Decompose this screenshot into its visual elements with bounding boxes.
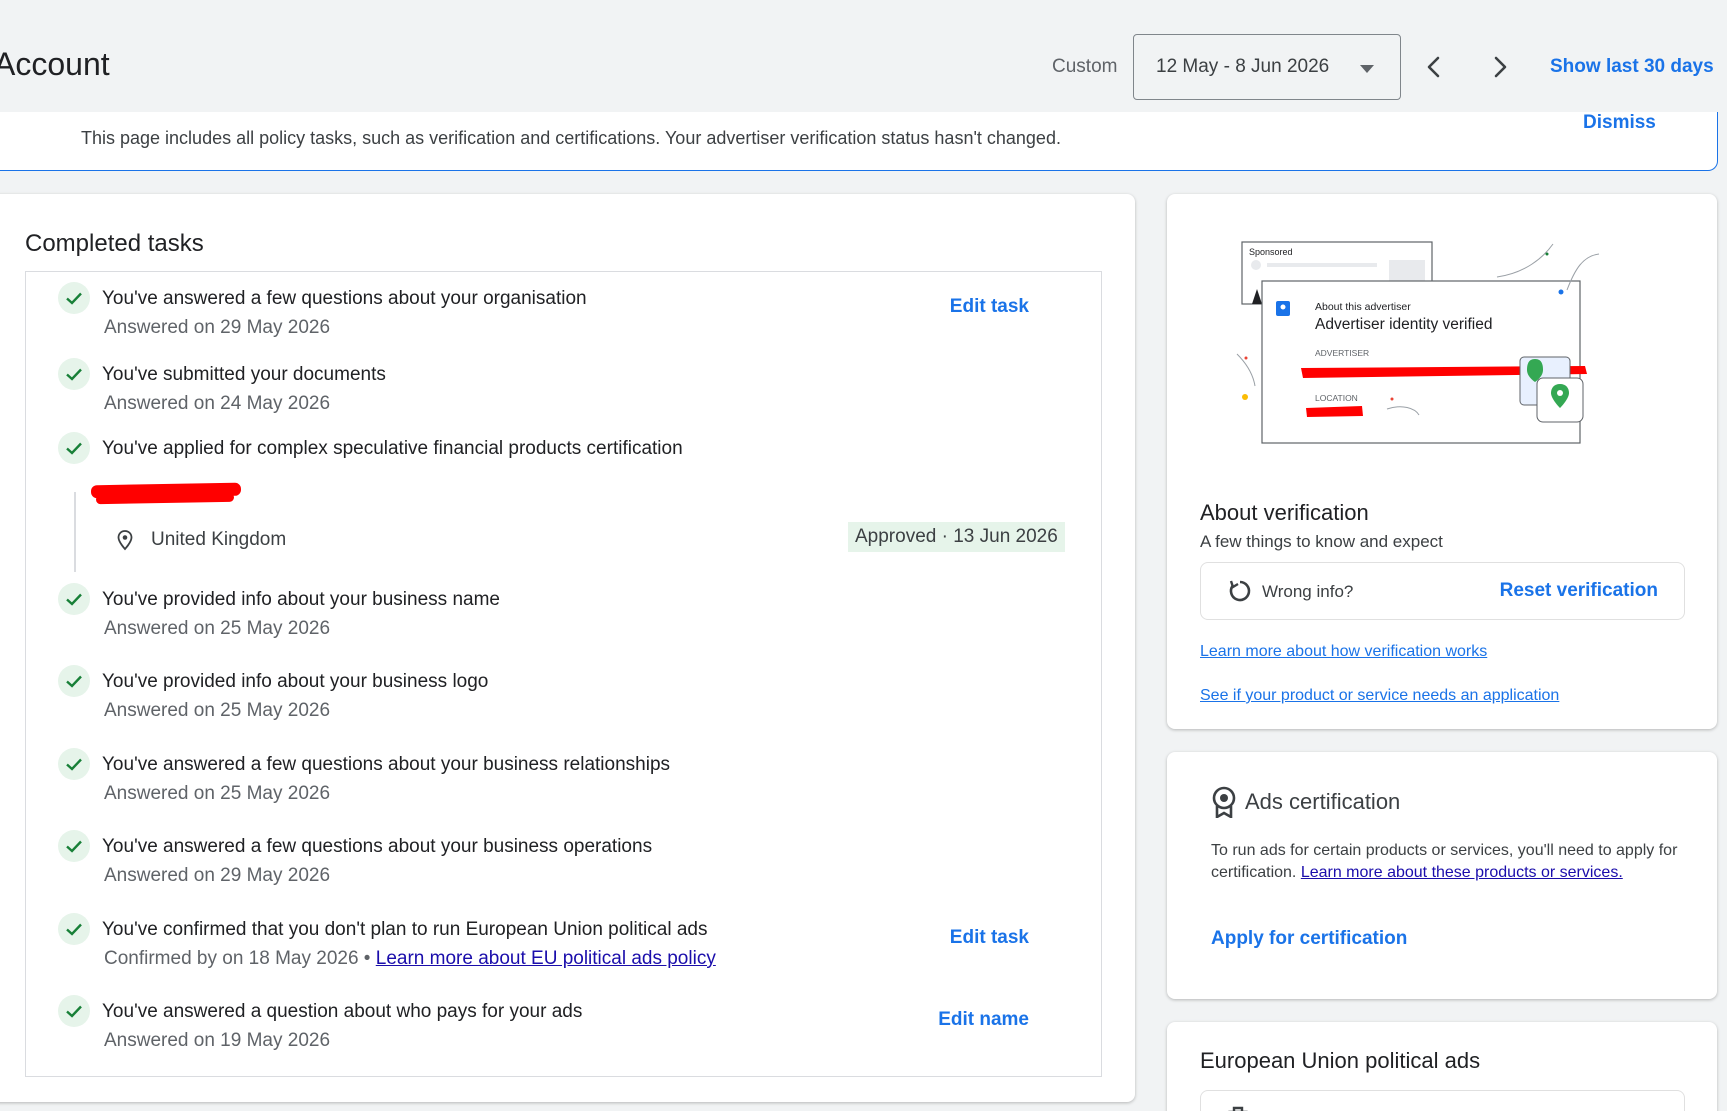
about-verification-title: About verification [1200,500,1369,525]
location-text: United Kingdom [151,529,287,550]
about-advertiser-text: About this advertiser [1315,301,1411,313]
check-icon [58,665,90,697]
edit-task-button[interactable]: Edit task [950,296,1029,318]
dropdown-arrow-icon [1360,65,1374,73]
redacted-name [95,492,235,505]
task-title: You've provided info about your business… [102,589,500,610]
about-verification-subtitle: A few things to know and expect [1200,532,1443,551]
check-icon [58,748,90,780]
edit-task-button[interactable]: Edit task [950,927,1029,949]
sponsored-text: Sponsored [1249,247,1293,257]
task-date: Answered on 25 May 2026 [104,618,331,639]
certification-products-link[interactable]: Learn more about these products or servi… [1301,864,1623,881]
chevron-left-icon [1427,56,1440,78]
status-badge: Approved · 13 Jun 2026 [848,522,1065,552]
product-application-link[interactable]: See if your product or service needs an … [1200,687,1559,705]
page-header: Account Custom 12 May - 8 Jun 2026 Show … [0,0,1727,112]
task-title: You've answered a few questions about yo… [102,288,587,309]
show-last-30-days-button[interactable]: Show last 30 days [1550,56,1714,78]
chevron-right-icon [1494,56,1507,78]
date-range-select[interactable]: 12 May - 8 Jun 2026 [1133,34,1401,100]
completed-tasks-card: Completed tasks You've answered a few qu… [0,194,1135,1102]
wrong-info-box: Wrong info? Reset verification [1200,562,1685,620]
task-date: Answered on 24 May 2026 [104,393,331,414]
task-title: You've confirmed that you don't plan to … [102,919,708,940]
task-detail-divider [74,492,76,572]
briefcase-icon [1227,1106,1249,1111]
check-icon [58,913,90,945]
check-icon [58,995,90,1027]
task-date: Answered on 29 May 2026 [104,865,331,886]
check-icon [58,432,90,464]
reset-verification-button[interactable]: Reset verification [1500,580,1658,602]
edit-name-button[interactable]: Edit name [938,1009,1029,1031]
task-title: You've applied for complex speculative f… [102,438,683,459]
date-range-value: 12 May - 8 Jun 2026 [1156,56,1330,77]
page-title: Account [0,46,110,82]
identity-verified-text: Advertiser identity verified [1315,316,1492,333]
ads-certification-body: To run ads for certain products or servi… [1211,840,1681,884]
info-banner: This page includes all policy tasks, suc… [0,112,1718,171]
eu-policy-link[interactable]: Learn more about EU political ads policy [376,948,716,969]
completed-tasks-title: Completed tasks [25,230,204,257]
task-date: Answered on 29 May 2026 [104,317,331,338]
check-icon [58,282,90,314]
banner-text: This page includes all policy tasks, suc… [81,128,1061,148]
about-verification-card: Sponsored About this advertiser Advertis… [1167,194,1717,729]
task-title: You've answered a few questions about yo… [102,836,653,857]
dismiss-button[interactable]: Dismiss [1583,112,1656,134]
verification-illustration: Sponsored About this advertiser Advertis… [1236,241,1600,444]
task-title: You've submitted your documents [102,364,386,385]
task-date: Confirmed by on 18 May 2026 • Learn more… [104,948,716,970]
check-icon [58,830,90,862]
learn-verification-link[interactable]: Learn more about how verification works [1200,643,1487,661]
ads-certification-card: Ads certification To run ads for certain… [1167,752,1717,999]
eu-political-ads-box [1200,1090,1685,1111]
next-period-button[interactable] [1486,52,1514,82]
completed-tasks-list: You've answered a few questions about yo… [25,271,1102,1077]
eu-political-ads-title: European Union political ads [1200,1048,1481,1073]
refresh-icon [1229,580,1251,602]
task-date: Answered on 25 May 2026 [104,700,331,721]
wrong-info-text: Wrong info? [1262,582,1354,601]
apply-for-certification-button[interactable]: Apply for certification [1211,928,1407,950]
task-date-text: Confirmed by on 18 May 2026 • [104,948,376,969]
check-icon [58,358,90,390]
previous-period-button[interactable] [1420,52,1448,82]
ads-certification-title: Ads certification [1245,789,1401,814]
eu-political-ads-card: European Union political ads [1167,1022,1717,1111]
location-pin-icon [117,530,133,551]
award-ribbon-icon [1212,786,1236,818]
location-label-text: LOCATION [1315,393,1358,403]
check-icon [58,583,90,615]
task-title: You've answered a few questions about yo… [102,754,671,775]
task-title: You've provided info about your business… [102,671,489,692]
advertiser-label-text: ADVERTISER [1315,348,1369,358]
task-date: Answered on 25 May 2026 [104,783,331,804]
task-date: Answered on 19 May 2026 [104,1030,331,1051]
task-title: You've answered a question about who pay… [102,1001,583,1022]
date-range-type-label: Custom [1052,56,1118,77]
